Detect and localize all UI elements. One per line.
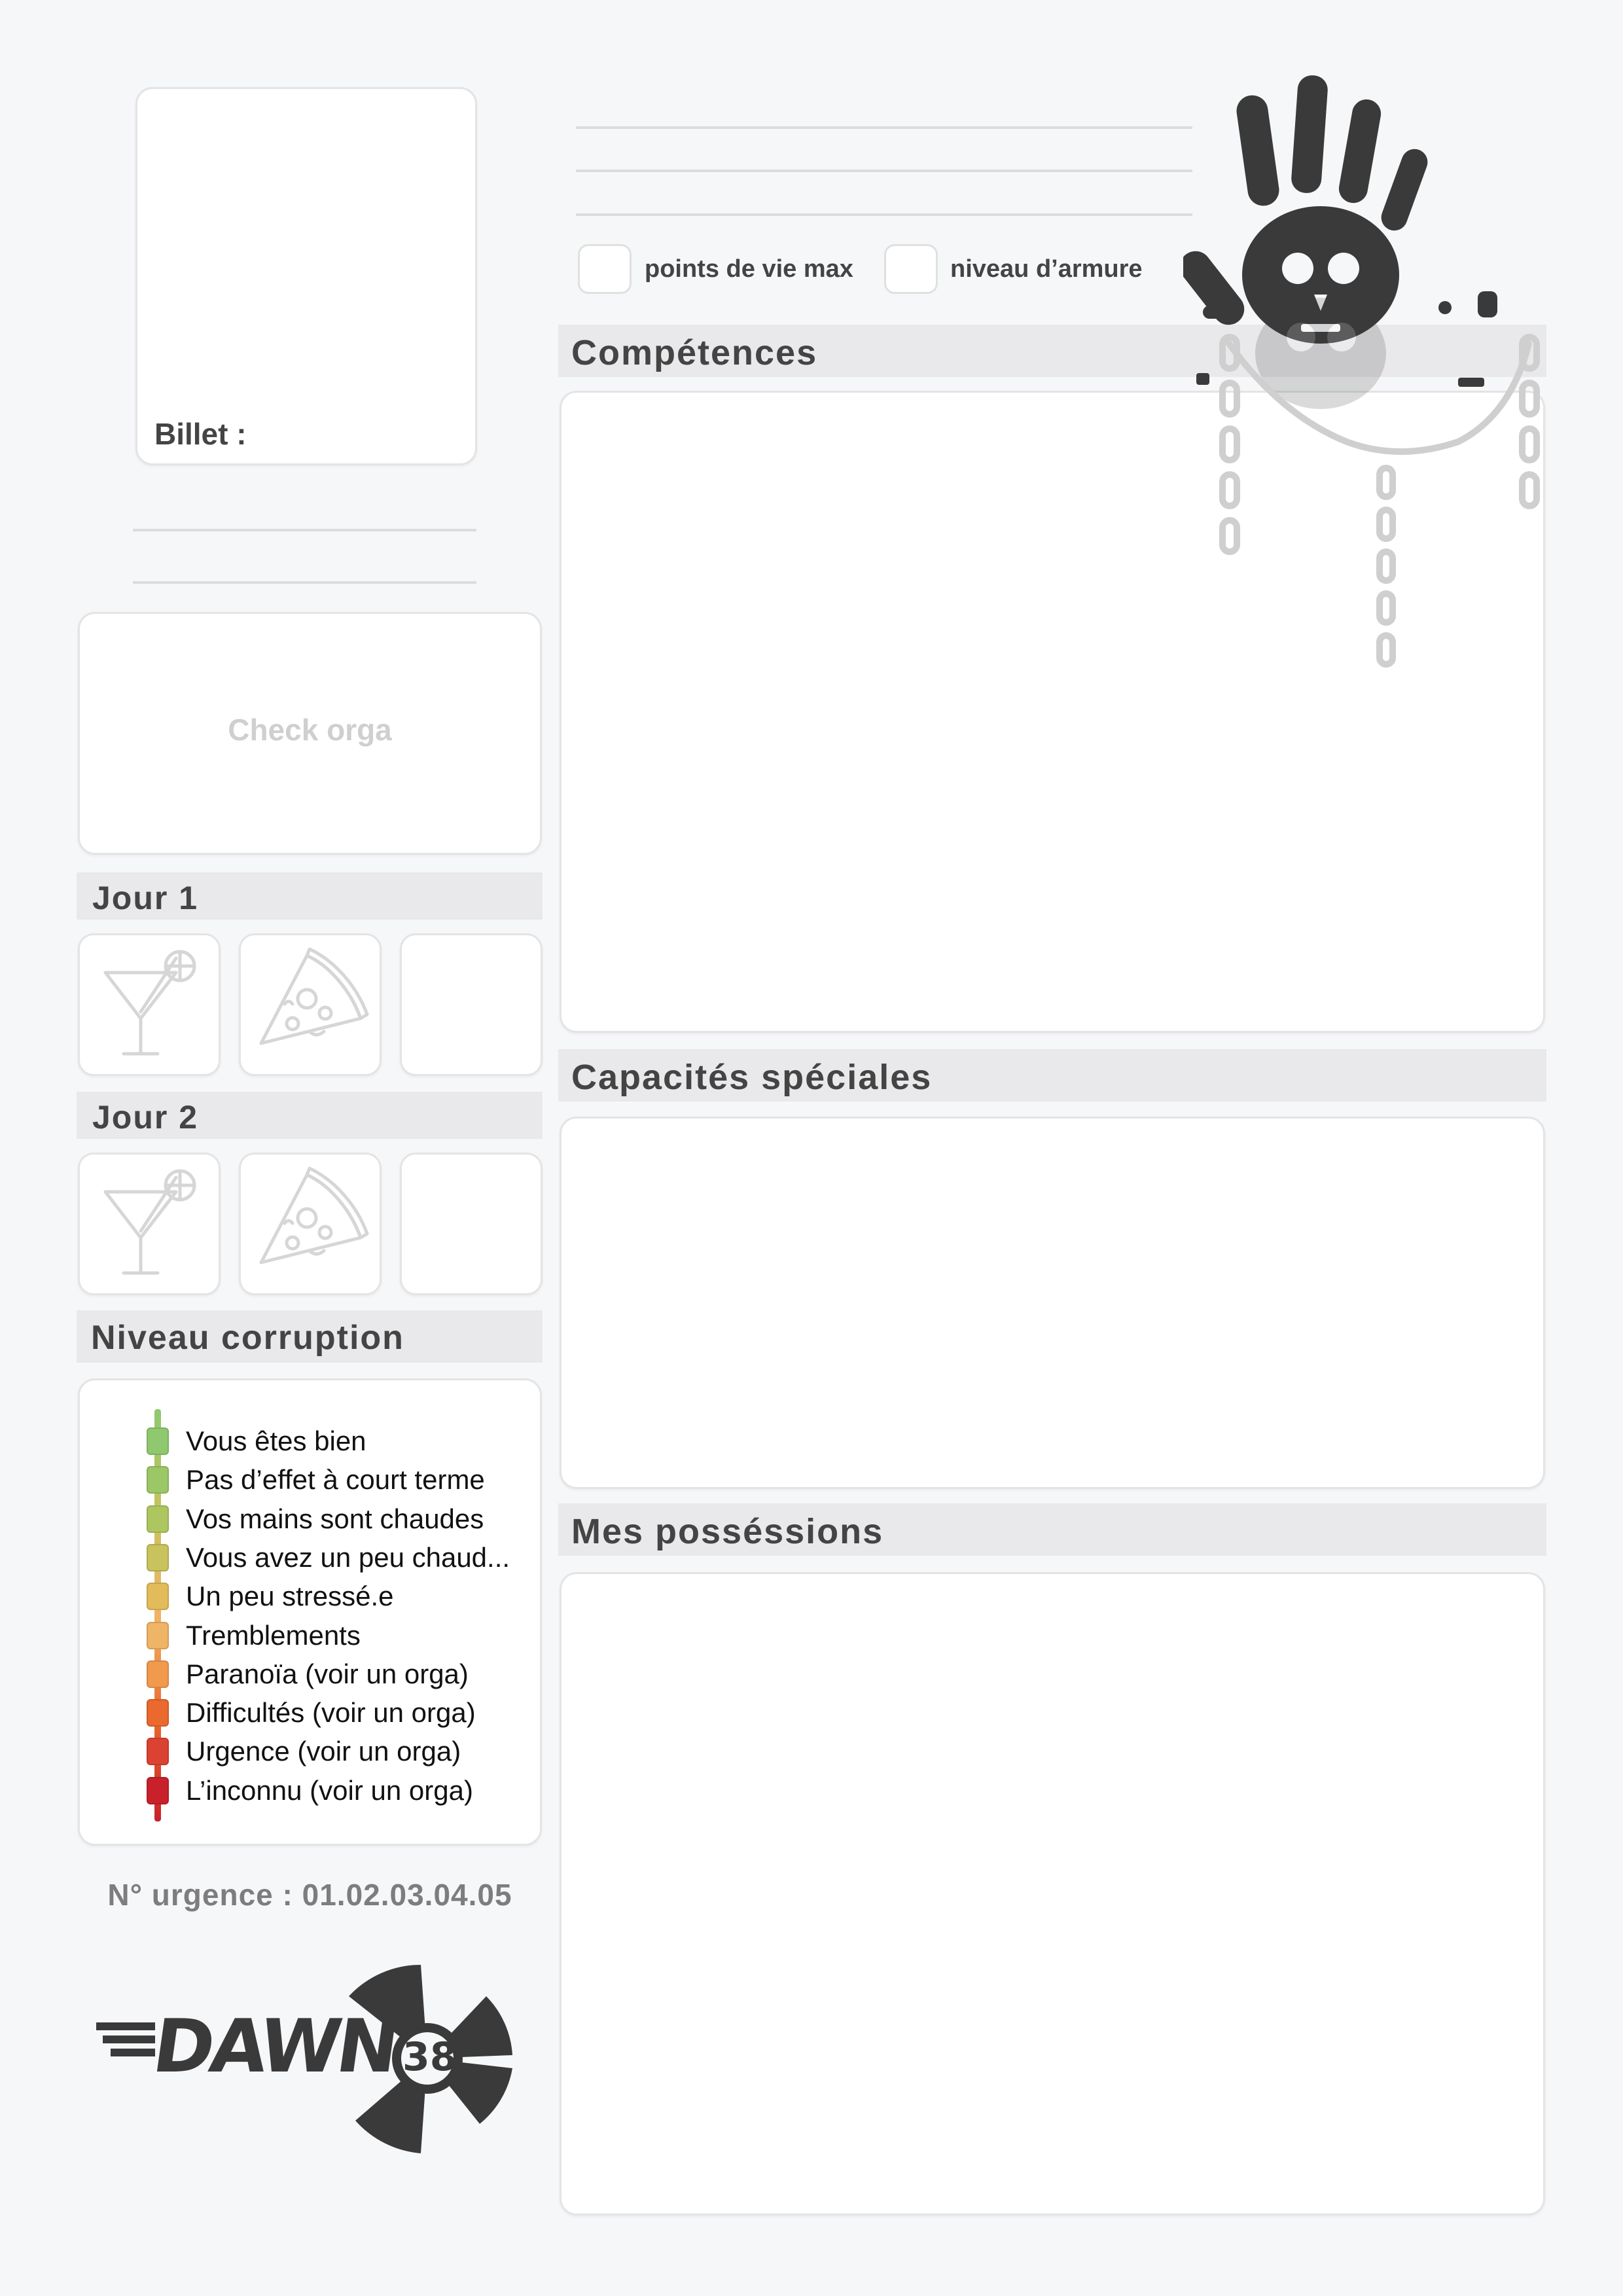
corruption-level-marker[interactable] xyxy=(147,1427,169,1455)
corruption-level-label: Vos mains sont chaudes xyxy=(186,1503,484,1534)
abilities-box[interactable] xyxy=(560,1117,1545,1489)
possessions-box[interactable] xyxy=(560,1572,1545,2215)
corruption-level-marker[interactable] xyxy=(147,1660,169,1688)
corruption-level-label: Urgence (voir un orga) xyxy=(186,1736,461,1767)
day-1-slot-food[interactable] xyxy=(239,933,382,1076)
logo-wordmark: DAWN xyxy=(147,2004,401,2089)
day-1-header: Jour 1 xyxy=(77,872,543,920)
name-line-2[interactable] xyxy=(133,581,476,584)
day-2-slot-drink[interactable] xyxy=(78,1153,221,1295)
day-2-slot-empty[interactable] xyxy=(400,1153,543,1295)
name-line-1[interactable] xyxy=(133,529,476,531)
cocktail-icon xyxy=(103,950,196,1056)
day-1-slot-empty[interactable] xyxy=(400,933,543,1076)
cocktail-icon xyxy=(103,1169,196,1275)
day-1-title: Jour 1 xyxy=(92,880,199,916)
corruption-level-marker[interactable] xyxy=(147,1699,169,1727)
corruption-level-label: L’inconnu (voir un orga) xyxy=(186,1774,473,1806)
possessions-title: Mes posséssions xyxy=(571,1512,884,1551)
possessions-header: Mes posséssions xyxy=(558,1503,1546,1556)
emergency-number: N° urgence : 01.02.03.04.05 xyxy=(107,1878,512,1912)
corruption-level-label: Paranoïa (voir un orga) xyxy=(186,1658,469,1689)
pizza-icon xyxy=(259,1166,369,1265)
abilities-title: Capacités spéciales xyxy=(571,1058,933,1097)
logo-number: 38 xyxy=(402,2034,457,2080)
corruption-scale: Vous êtes bien Pas d’effet à court terme V… xyxy=(80,1380,538,1839)
character-line-1[interactable] xyxy=(576,126,1192,129)
abilities-header: Capacités spéciales xyxy=(558,1049,1546,1102)
corruption-header: Niveau corruption xyxy=(77,1310,543,1363)
corruption-title: Niveau corruption xyxy=(91,1319,404,1357)
ticket-label: Billet : xyxy=(154,417,247,451)
corruption-level-marker[interactable] xyxy=(147,1466,169,1494)
corruption-level-marker[interactable] xyxy=(147,1621,169,1649)
corruption-level-marker[interactable] xyxy=(147,1776,169,1804)
day-2-header: Jour 2 xyxy=(77,1092,543,1139)
corruption-level-marker[interactable] xyxy=(147,1505,169,1533)
dawn-logo: DAWN 38 xyxy=(94,1957,526,2160)
day-1-slot-drink[interactable] xyxy=(78,933,221,1076)
corruption-level-label: Difficultés (voir un orga) xyxy=(186,1697,476,1729)
skills-title: Compétences xyxy=(571,333,818,372)
armor-level-box[interactable] xyxy=(884,244,938,294)
corruption-level-marker[interactable] xyxy=(147,1738,169,1766)
check-orga-box[interactable]: Check orga xyxy=(78,612,542,855)
character-line-3[interactable] xyxy=(576,213,1192,216)
corruption-level-label: Un peu stressé.e xyxy=(186,1581,394,1612)
hp-max-label: points de vie max xyxy=(645,255,853,283)
handprint-skull-icon xyxy=(1183,75,1540,668)
check-orga-label: Check orga xyxy=(228,713,392,747)
corruption-level-label: Vous avez un peu chaud... xyxy=(186,1541,510,1573)
character-line-2[interactable] xyxy=(576,170,1192,172)
corruption-level-marker[interactable] xyxy=(147,1583,169,1611)
hp-max-box[interactable] xyxy=(578,244,632,294)
day-2-title: Jour 2 xyxy=(92,1099,199,1136)
pizza-icon xyxy=(259,947,369,1045)
photo-card[interactable]: Billet : xyxy=(135,87,477,465)
armor-level-label: niveau d’armure xyxy=(950,255,1143,283)
corruption-level-label: Pas d’effet à court terme xyxy=(186,1464,485,1496)
day-2-slot-food[interactable] xyxy=(239,1153,382,1295)
corruption-level-label: Tremblements xyxy=(186,1619,361,1651)
corruption-level-marker[interactable] xyxy=(147,1543,169,1571)
corruption-card: Vous êtes bien Pas d’effet à court terme V… xyxy=(78,1378,542,1846)
corruption-level-label: Vous êtes bien xyxy=(186,1426,366,1456)
